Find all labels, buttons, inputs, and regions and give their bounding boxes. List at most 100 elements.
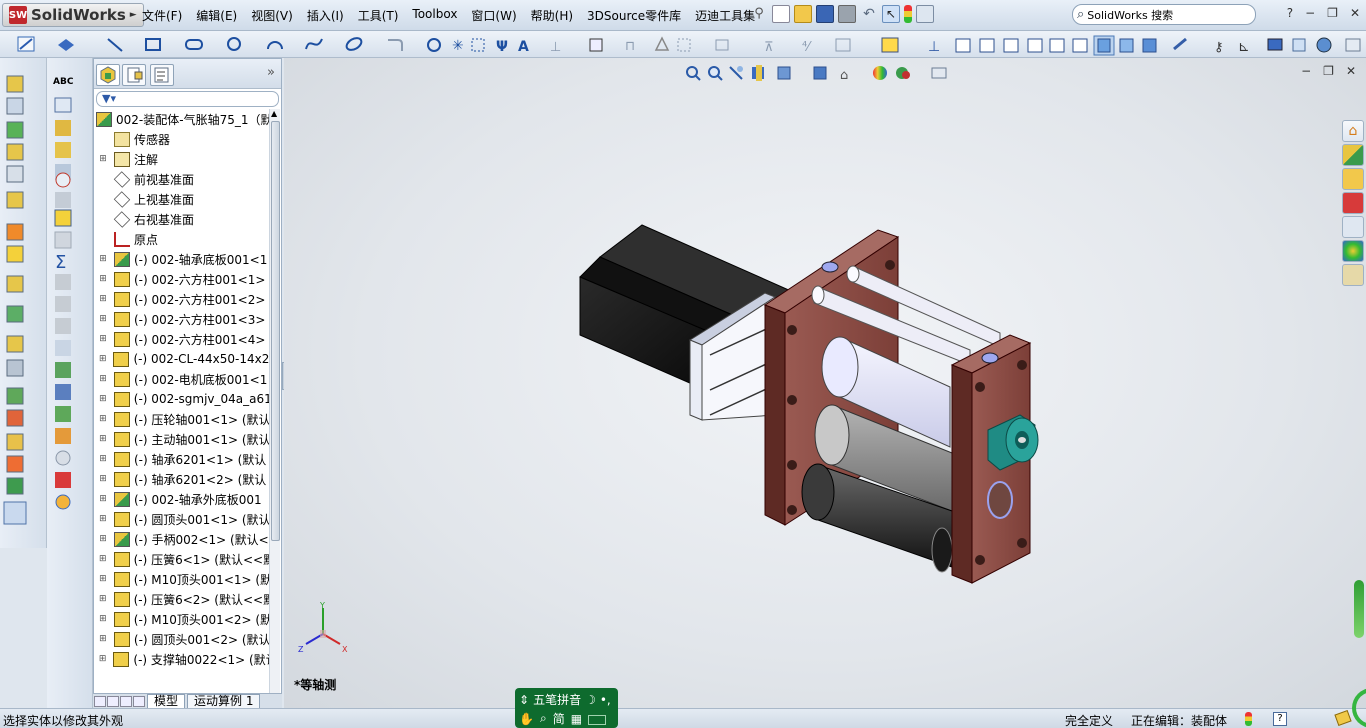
grid-icon[interactable]: ▦ [571,712,582,726]
menu-help[interactable]: 帮助(H) [524,7,580,24]
sketch-text-icon[interactable]: A [518,39,529,55]
display-style-icon[interactable] [813,66,827,80]
tree-item[interactable]: ⊞ (-) 手柄002<1> (默认< [94,529,269,549]
tab-motion-study[interactable]: 运动算例 1 [187,693,261,709]
offset-icon[interactable]: ⊓ [625,39,635,54]
quick-snaps-icon[interactable]: ⁴⁄ [802,40,812,55]
text-icon[interactable]: Ψ [496,39,508,55]
zoom-to-fit-icon[interactable] [686,66,701,81]
next-tab-button[interactable] [120,695,132,707]
ellipse-icon[interactable] [345,36,364,53]
custom-properties-icon[interactable] [1342,264,1364,286]
rapid-sketch-icon[interactable] [881,37,899,53]
home-icon[interactable]: ⌂ [1342,120,1364,142]
tree-item[interactable]: ⊞ (-) 002-六方柱001<4> [94,329,269,349]
print-icon[interactable] [838,5,856,23]
options-icon[interactable] [916,5,934,23]
tab-model[interactable]: 模型 [147,693,186,709]
menu-toolbox[interactable]: Toolbox [405,7,464,24]
tree-item[interactable]: ⊞ (-) 002-电机底板001<1 [94,369,269,389]
scroll-up-icon[interactable]: ▲ [271,109,277,118]
viewport-restore-button[interactable]: ❐ [1323,64,1334,78]
mirror-icon[interactable]: ⊥ [550,40,561,55]
menu-edit[interactable]: 编辑(E) [189,7,244,24]
minimize-button[interactable]: − [1305,6,1315,20]
misc-tool-icons[interactable]: ⚷ ⊾ [1214,37,1361,55]
file-explorer-icon[interactable] [1342,168,1364,190]
tree-item[interactable]: ⊞ (-) 压簧6<2> (默认<<默 [94,589,269,609]
pattern-icon[interactable] [677,38,691,52]
tree-item[interactable]: 原点 [94,229,269,249]
first-tab-button[interactable] [94,695,106,707]
appearances-icon[interactable] [1342,240,1364,262]
select-arrow-icon[interactable]: ↖ [882,5,900,23]
collapse-panel-icon[interactable]: » [267,65,275,80]
menu-view[interactable]: 视图(V) [244,7,300,24]
viewport-scroll-indicator[interactable] [1354,580,1364,638]
expand-icon[interactable]: ⊞ [98,634,108,644]
expand-icon[interactable]: ⊞ [98,314,108,324]
point-icon[interactable]: ✳ [452,38,464,54]
tree-item[interactable]: 传感器 [94,129,269,149]
hand-icon[interactable]: ✋ [519,712,534,726]
menu-window[interactable]: 窗口(W) [464,7,523,24]
ime-toggle-icon[interactable]: ⇕ [519,693,529,707]
ime-search-icon[interactable]: ⌕ [540,711,547,726]
restore-button[interactable]: ❐ [1327,6,1338,20]
section-view-icon[interactable] [752,65,764,81]
tree-item[interactable]: ⊞ (-) 主动轴001<1> (默认 [94,429,269,449]
help-button[interactable]: ? [1287,6,1293,20]
tree-item[interactable]: 右视基准面 [94,209,269,229]
property-manager-tab[interactable] [122,64,146,86]
tree-item[interactable]: ⊞ (-) 002-sgmjv_04a_a61 [94,389,269,409]
convert-entities-icon[interactable] [589,38,603,52]
close-button[interactable]: ✕ [1350,6,1360,20]
view-cube-icons[interactable] [955,35,1157,56]
viewport-minimize-button[interactable]: − [1301,64,1311,78]
slot-icon[interactable] [185,39,203,50]
pin-icon[interactable]: ⚲ [750,5,768,23]
tree-item[interactable]: ⊞ (-) 002-轴承底板001<1 [94,249,269,269]
undo-icon[interactable]: ↶ [860,5,878,23]
tree-item[interactable]: ⊞ (-) 支撑轴0022<1> (默认 [94,649,269,669]
relations-icon[interactable]: ⊼ [764,40,774,55]
keyboard-icon[interactable] [588,714,607,725]
expand-icon[interactable]: ⊞ [98,534,108,544]
menu-tools[interactable]: 工具(T) [351,7,406,24]
ime-toolbar[interactable]: ⇕ 五笔拼音 ☽ •, ✋ ⌕ 简 ▦ [515,688,618,728]
expand-icon[interactable]: ⊞ [98,334,108,344]
tree-root[interactable]: 002-装配体-气胀轴75_1（默 [94,109,269,129]
expand-icon[interactable]: ⊞ [98,434,108,444]
new-document-icon[interactable] [772,5,790,23]
rebuild-status-icon[interactable] [1245,712,1252,726]
rebuild-traffic-light-icon[interactable] [904,5,912,23]
expand-icon[interactable]: ⊞ [98,354,107,364]
line-icon[interactable] [107,38,123,52]
view-orientation-icon[interactable]: ⊥ [928,39,940,55]
expand-icon[interactable]: ⊞ [98,294,108,304]
tree-item[interactable]: ⊞ (-) 002-六方柱001<3> [94,309,269,329]
expand-icon[interactable]: ⊞ [98,274,108,284]
polygon-icon[interactable] [427,38,441,52]
tree-item[interactable]: ⊞ (-) 002-CL-44x50-14x20 [94,349,269,369]
measure-icon[interactable] [1173,37,1187,51]
expand-icon[interactable]: ⊞ [98,394,108,404]
edit-appearance-icon[interactable] [873,66,887,80]
hide-show-icon[interactable]: ⌂ [840,68,848,83]
tree-scrollbar[interactable]: ▲ [269,109,280,699]
tree-filter[interactable]: ▼▾ [96,91,279,107]
expand-icon[interactable]: ⊞ [98,594,108,604]
view-orientation-dropdown-icon[interactable] [777,66,791,80]
prev-tab-button[interactable] [107,695,119,707]
tree-item[interactable]: 前视基准面 [94,169,269,189]
expand-icon[interactable]: ⊞ [98,654,107,664]
status-help-button[interactable]: ? [1273,712,1287,726]
3dcontent-icon[interactable] [1342,192,1364,214]
expand-icon[interactable]: ⊞ [98,574,108,584]
configuration-manager-tab[interactable] [150,64,174,86]
view-palette-icon[interactable] [1342,216,1364,238]
save-icon[interactable] [816,5,834,23]
smart-dimension-icon[interactable] [58,39,74,51]
feature-manager-tab[interactable] [96,64,120,86]
expand-icon[interactable]: ⊞ [98,514,108,524]
